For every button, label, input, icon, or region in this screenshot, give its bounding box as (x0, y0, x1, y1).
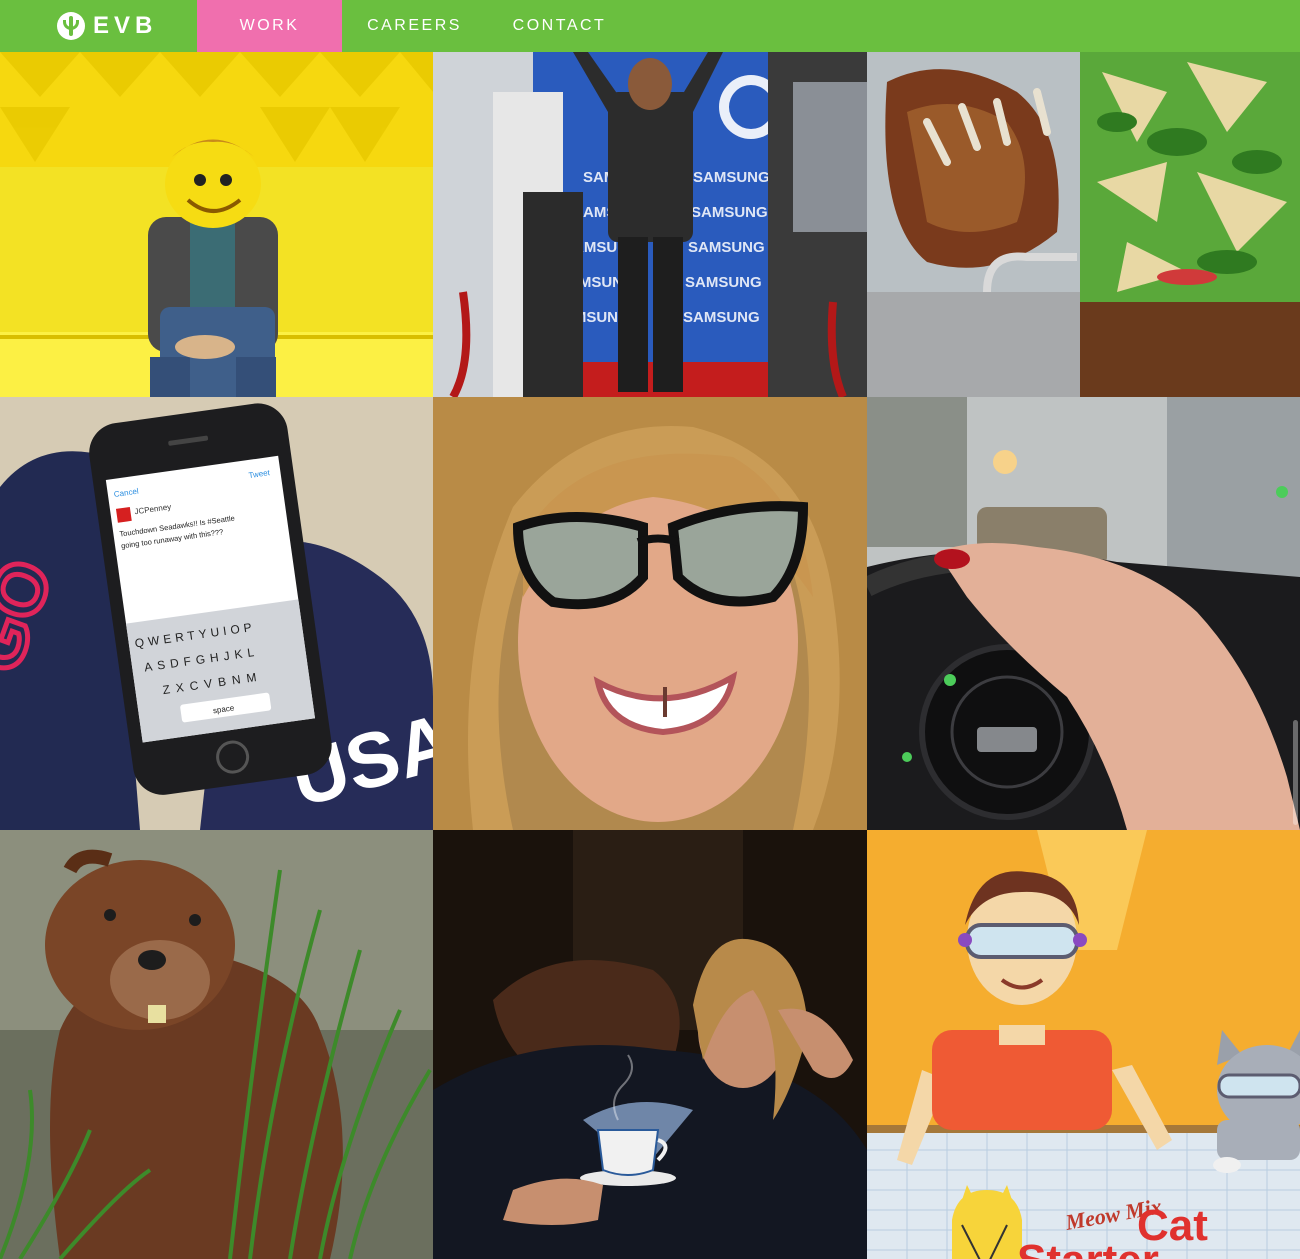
cat-starter-image: Meow Mix Cat Starter (867, 830, 1300, 1259)
scrollbar-thumb[interactable] (1293, 720, 1298, 825)
nav-work[interactable]: WORK (197, 0, 342, 52)
samsung-event-image: SAMSUNG SAMSUNG SAMSUNG SAMSUNG SAMSUNG SAM… (433, 52, 867, 397)
top-navigation: EVB WORK CAREERS CONTACT (0, 0, 1300, 52)
svg-text:SAMSUNG: SAMSUNG (683, 309, 760, 326)
svg-text:SAMSUNG: SAMSUNG (688, 239, 765, 256)
food-image (867, 52, 1300, 397)
work-tile-driving[interactable] (867, 397, 1300, 830)
evb-leaf-icon (57, 12, 85, 40)
nav-careers[interactable]: CAREERS (342, 0, 487, 52)
beaver-image (0, 830, 433, 1259)
starter-text: Starter (1017, 1236, 1159, 1259)
work-tile-phone-tweet[interactable]: GO USA Cancel Tweet JCPenney Touchdown S… (0, 397, 433, 830)
svg-text:SAMSUNG: SAMSUNG (691, 204, 768, 221)
work-tile-yellow-mask[interactable] (0, 52, 433, 397)
nav-contact[interactable]: CONTACT (487, 0, 632, 52)
work-tile-coffee-man[interactable] (433, 830, 867, 1259)
work-grid: SAMSUNG SAMSUNG SAMSUNG SAMSUNG SAMSUNG SAM… (0, 52, 1300, 1259)
coffee-man-image (433, 830, 867, 1259)
work-tile-food[interactable] (867, 52, 1300, 397)
logo-text: EVB (93, 12, 158, 39)
driving-image (867, 397, 1300, 830)
work-tile-sunglasses[interactable] (433, 397, 867, 830)
evb-logo[interactable]: EVB (57, 10, 157, 42)
work-tile-samsung-event[interactable]: SAMSUNG SAMSUNG SAMSUNG SAMSUNG SAMSUNG SAM… (433, 52, 867, 397)
work-tile-cat-starter[interactable]: Meow Mix Cat Starter (867, 830, 1300, 1259)
svg-text:SAMSUNG: SAMSUNG (685, 274, 762, 291)
yellow-mask-image (0, 52, 433, 397)
work-tile-beaver[interactable] (0, 830, 433, 1259)
samsung-backdrop-text: SAMSUNG (693, 169, 770, 186)
phone-tweet-image: GO USA Cancel Tweet JCPenney Touchdown S… (0, 397, 433, 830)
sunglasses-image (433, 397, 867, 830)
